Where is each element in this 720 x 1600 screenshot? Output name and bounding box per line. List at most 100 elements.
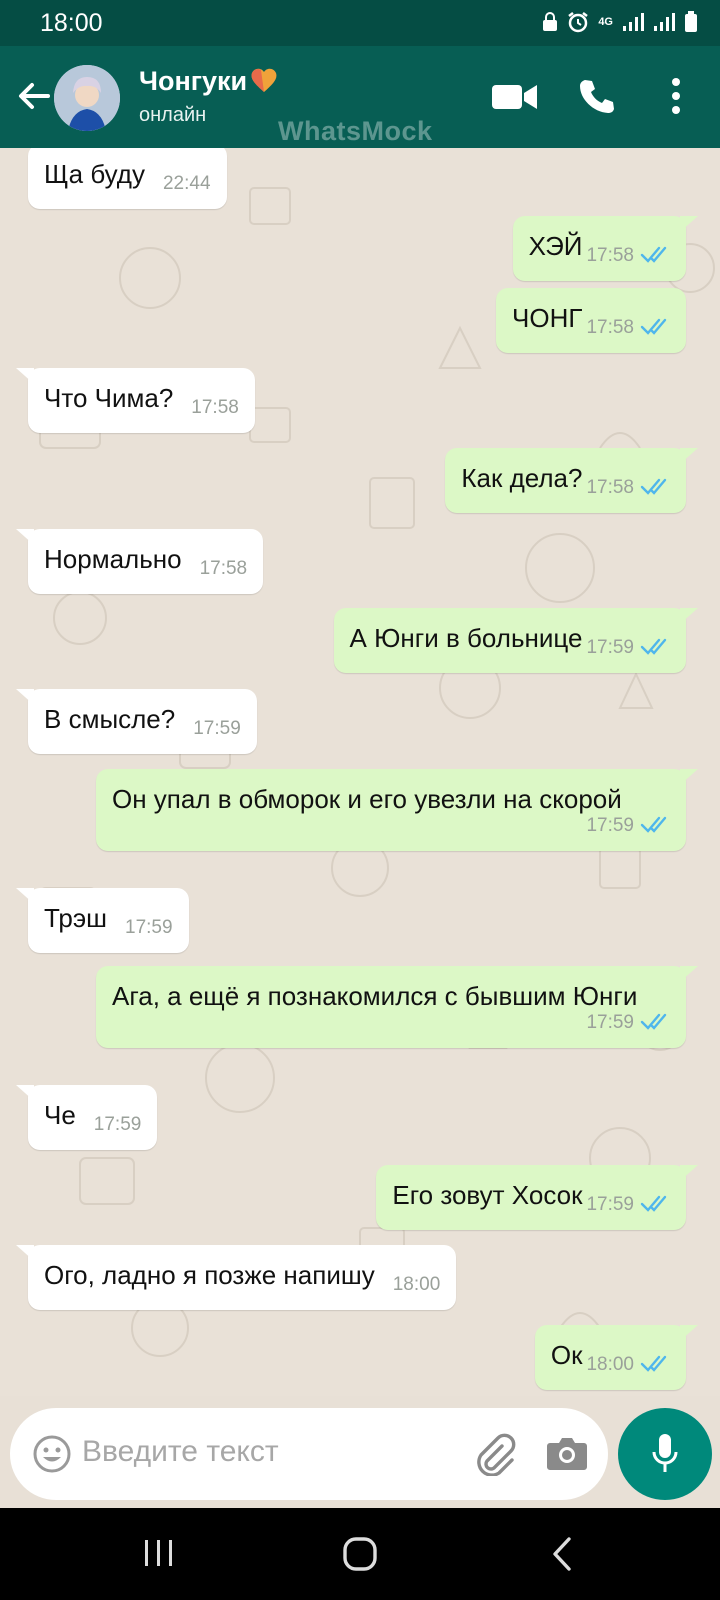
avatar[interactable] xyxy=(54,65,120,131)
alarm-icon xyxy=(568,12,589,33)
attach-icon[interactable] xyxy=(472,1432,516,1476)
signal-icon-2 xyxy=(654,13,675,31)
mic-icon xyxy=(652,1434,678,1472)
message-time: 17:59 xyxy=(586,1194,634,1215)
bubble-tail xyxy=(16,368,34,384)
bubble-tail xyxy=(680,966,698,982)
read-ticks-icon xyxy=(640,1195,667,1212)
outgoing-message[interactable]: Он упал в обморок и его увезли на скорой… xyxy=(96,769,698,851)
more-vert-icon[interactable] xyxy=(670,76,682,116)
contact-name-text: Чонгуки xyxy=(139,66,248,96)
video-call-icon[interactable] xyxy=(492,82,538,112)
message-text: Ща буду xyxy=(44,159,145,189)
signal-icon-1 xyxy=(623,13,644,31)
message-text: Как дела? xyxy=(461,463,583,493)
message-text: Че xyxy=(44,1100,76,1130)
message-meta: 17:58 xyxy=(586,317,670,339)
message-text: ХЭЙ xyxy=(528,231,583,261)
outgoing-message[interactable]: Ага, а ещё я познакомился с бывшим Юнги 1… xyxy=(96,966,698,1048)
message-time: 17:59 xyxy=(586,637,634,658)
incoming-message[interactable]: В смысле? 17:59 xyxy=(16,689,257,754)
contact-name[interactable]: Чонгуки xyxy=(139,66,279,97)
message-meta: 17:59 xyxy=(586,1194,670,1216)
home-icon[interactable] xyxy=(342,1536,378,1572)
network-type-label: 4G xyxy=(598,15,613,28)
system-nav-bar xyxy=(0,1508,720,1600)
bubble-tail xyxy=(16,1245,34,1261)
nav-back-icon[interactable] xyxy=(550,1536,574,1572)
message-time: 17:58 xyxy=(586,477,634,498)
message-meta: 17:59 xyxy=(116,1012,670,1034)
message-text: Ок xyxy=(550,1340,583,1370)
bubble-tail xyxy=(16,529,34,545)
outgoing-message[interactable]: А Юнги в больнице 17:59 xyxy=(333,608,698,673)
message-text: Он упал в обморок и его увезли на скорой xyxy=(112,784,622,814)
message-time: 17:58 xyxy=(199,558,248,579)
message-input-bar[interactable]: Введите текст xyxy=(10,1408,608,1500)
read-ticks-icon xyxy=(640,1013,667,1030)
mic-button[interactable] xyxy=(618,1408,712,1500)
heart-emoji-icon xyxy=(251,68,277,92)
lock-icon xyxy=(543,12,558,31)
bubble-tail xyxy=(680,1325,698,1341)
message-text: Ого, ладно я позже напишу xyxy=(44,1260,375,1290)
outgoing-message[interactable]: ЧОНГ 17:58 xyxy=(496,288,686,353)
back-arrow-icon[interactable] xyxy=(14,76,54,116)
read-ticks-icon xyxy=(640,1355,667,1372)
outgoing-message[interactable]: Его зовут Хосок 17:59 xyxy=(376,1165,698,1230)
message-input[interactable]: Введите текст xyxy=(82,1435,279,1469)
message-text: Его зовут Хосок xyxy=(392,1180,583,1210)
message-text: А Юнги в больнице xyxy=(349,623,583,653)
camera-icon[interactable] xyxy=(546,1434,588,1472)
incoming-message[interactable]: Трэш 17:59 xyxy=(16,888,189,953)
message-time: 17:59 xyxy=(586,815,634,836)
read-ticks-icon xyxy=(640,246,667,263)
phone-icon[interactable] xyxy=(578,78,614,114)
recent-apps-icon[interactable] xyxy=(142,1538,176,1568)
message-meta: 17:59 xyxy=(586,637,670,659)
bubble-tail xyxy=(680,216,698,232)
read-ticks-icon xyxy=(640,816,667,833)
emoji-icon[interactable] xyxy=(32,1434,72,1474)
bubble-tail xyxy=(680,1165,698,1181)
message-text: ЧОНГ xyxy=(512,303,583,333)
bubble-tail xyxy=(680,608,698,624)
message-text: Нормально xyxy=(44,544,182,574)
bubble-tail xyxy=(680,769,698,785)
outgoing-message[interactable]: ХЭЙ 17:58 xyxy=(512,216,698,281)
bubble-tail xyxy=(16,1085,34,1101)
bubble-tail xyxy=(16,888,34,904)
message-meta: 17:58 xyxy=(586,477,670,499)
message-text: В смысле? xyxy=(44,704,176,734)
incoming-message[interactable]: Нормально 17:58 xyxy=(16,529,264,594)
message-time: 17:58 xyxy=(191,397,239,418)
bubble-tail xyxy=(680,448,698,464)
outgoing-message[interactable]: Как дела? 17:58 xyxy=(445,448,698,513)
chat-header: Чонгуки онлайн WhatsMock xyxy=(0,46,720,148)
chat-area[interactable]: Ща буду 22:44 ХЭЙ 17:58 ЧОНГ 17:58 Что Чима… xyxy=(0,148,720,1396)
message-meta: 17:59 xyxy=(116,815,670,837)
contact-status: онлайн xyxy=(139,104,207,126)
read-ticks-icon xyxy=(640,478,667,495)
read-ticks-icon xyxy=(640,638,667,655)
message-time: 17:59 xyxy=(93,1114,142,1135)
message-meta: 17:58 xyxy=(586,245,670,267)
message-time: 17:58 xyxy=(586,317,634,338)
message-text: Что Чима? xyxy=(44,383,174,413)
read-ticks-icon xyxy=(640,318,667,335)
incoming-message[interactable]: Что Чима? 17:58 xyxy=(16,368,255,433)
message-text: Ага, а ещё я познакомился с бывшим Юнги xyxy=(112,981,638,1011)
incoming-message[interactable]: Че 17:59 xyxy=(16,1085,158,1150)
outgoing-message[interactable]: Ок 18:00 xyxy=(534,1325,698,1390)
message-time: 17:58 xyxy=(586,245,634,266)
battery-icon xyxy=(685,11,697,32)
incoming-message[interactable]: Ща буду 22:44 xyxy=(28,148,227,209)
status-bar: 18:00 4G xyxy=(0,0,720,46)
bubble-tail xyxy=(16,689,34,705)
status-time: 18:00 xyxy=(40,9,103,37)
message-time: 17:59 xyxy=(586,1012,634,1033)
incoming-message[interactable]: Ого, ладно я позже напишу 18:00 xyxy=(16,1245,457,1310)
message-time: 22:44 xyxy=(162,173,211,194)
message-text: Трэш xyxy=(44,903,108,933)
message-time: 18:00 xyxy=(392,1274,441,1295)
